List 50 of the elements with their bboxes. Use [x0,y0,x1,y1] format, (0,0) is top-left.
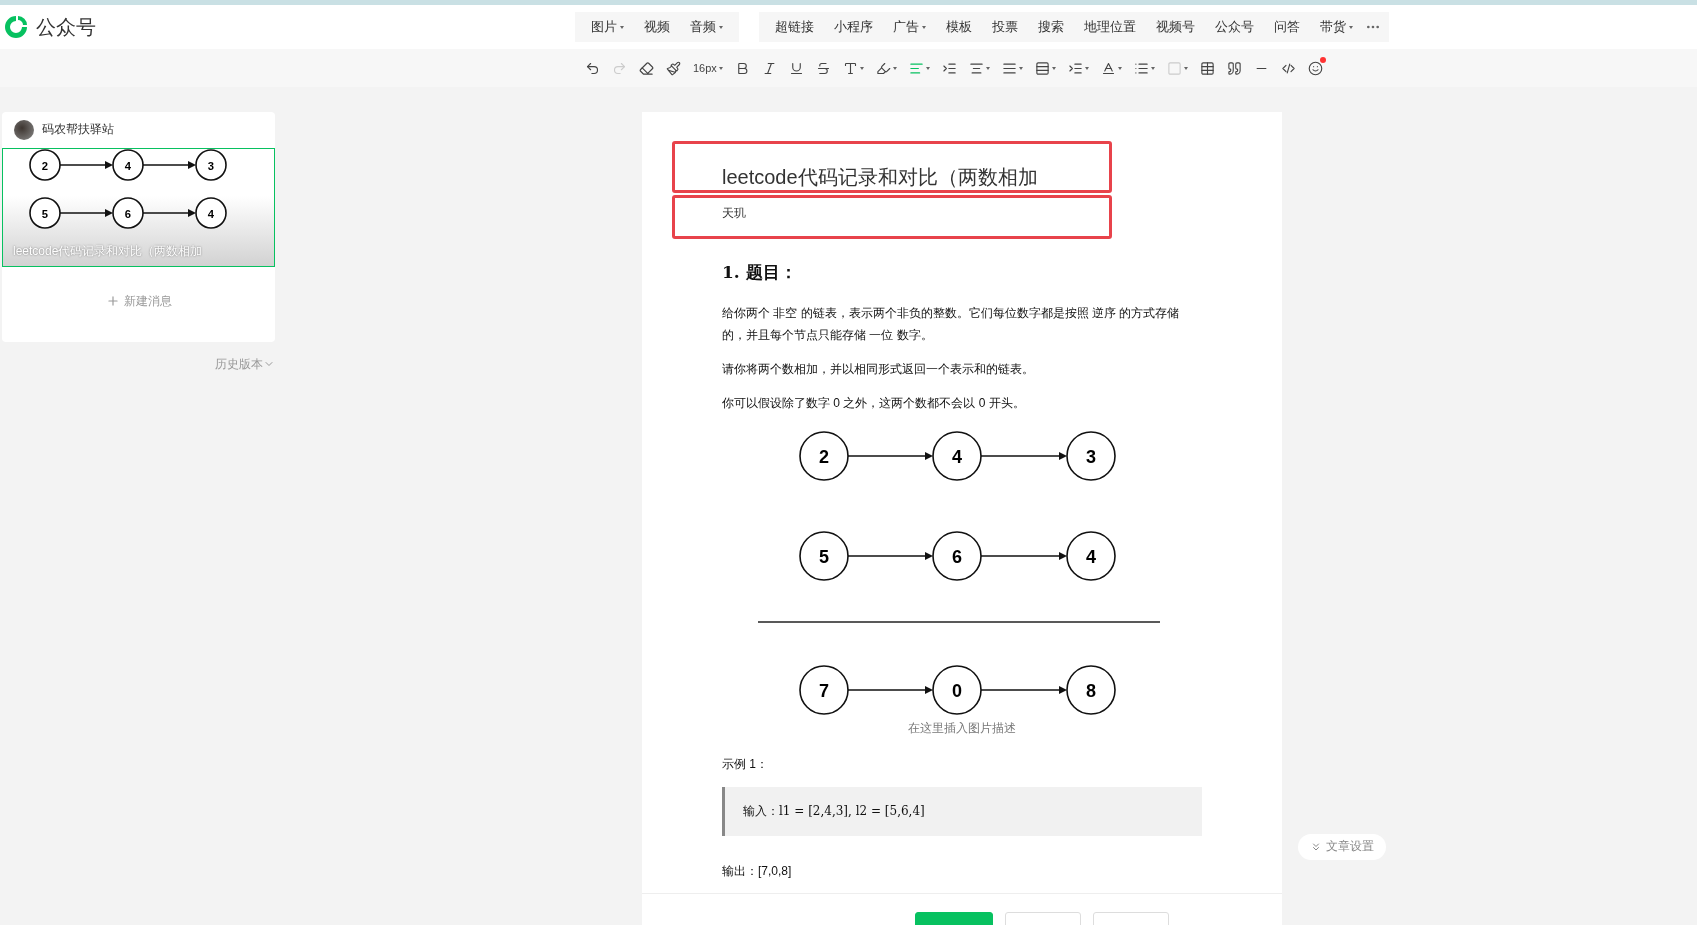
plus-icon [105,294,120,309]
list-node: 5 [799,531,849,581]
logo-text: 公众号 [36,14,96,40]
list-node: 0 [932,665,982,715]
paragraph: 示例 1： [722,756,769,773]
section-heading: 1. 题目： [722,261,798,284]
code-block: 输入：l1 = [2,4,3], l2 = [5,6,4] [722,787,1202,836]
menu-item[interactable]: 搜索 [1030,18,1072,37]
paragraph: 给你两个 非空 的链表，表示两个非负的整数。它们每位数字都是按照 逆序 的方式存储的，并且每个节点只能存储 一位 数字。 [722,305,1181,344]
list-node: 3 [195,149,227,181]
list-node: 5 [29,197,61,229]
menu-item[interactable]: 视频 [636,18,678,37]
paragraph: 请你将两个数相加，并以相同形式返回一个表示和的链表。 [722,361,1035,378]
list-node: 4 [195,197,227,229]
list-node: 2 [799,431,849,481]
list-node: 4 [112,149,144,181]
arrow [142,161,196,169]
arrow [59,209,113,217]
paragraph: 输出：[7,0,8] [722,863,793,880]
menu-item[interactable]: 小程序 [826,18,881,37]
list-node: 2 [29,149,61,181]
article-settings-button[interactable]: 文章设置 [1298,834,1386,860]
menu-item[interactable]: 问答 [1266,18,1308,37]
menu-item[interactable]: 图片 [583,18,632,37]
list-node: 4 [932,431,982,481]
menu-item[interactable]: 带货 [1312,18,1361,37]
arrow [142,209,196,217]
avatar [14,120,34,140]
author-name[interactable]: 天玑 [722,198,1109,222]
article-title[interactable]: leetcode代码记录和对比（两数相加 [722,144,1109,191]
font-size-dropdown[interactable]: 16px [688,62,728,75]
list-node: 4 [1066,531,1116,581]
menu-item[interactable]: 投票 [984,18,1026,37]
menu-item[interactable]: 广告 [885,18,934,37]
menu-item[interactable]: 公众号 [1207,18,1262,37]
list-node: 3 [1066,431,1116,481]
list-node: 6 [932,531,982,581]
menu-item[interactable]: 视频号 [1148,18,1203,37]
list-node: 7 [799,665,849,715]
menu-item[interactable]: 地理位置 [1076,18,1144,37]
paragraph: 你可以假设除了数字 0 之外，这两个数都不会以 0 开头。 [722,395,1026,412]
list-node: 8 [1066,665,1116,715]
image-caption: 在这里插入图片描述 [907,720,1017,737]
arrow [59,161,113,169]
account-name: 码农帮扶驿站 [42,121,114,139]
menu-item[interactable]: 超链接 [767,18,822,37]
menu-item[interactable]: 模板 [938,18,980,37]
list-node: 6 [112,197,144,229]
menu-item[interactable]: 音频 [682,18,731,37]
chevrons-down-icon [1310,841,1322,853]
